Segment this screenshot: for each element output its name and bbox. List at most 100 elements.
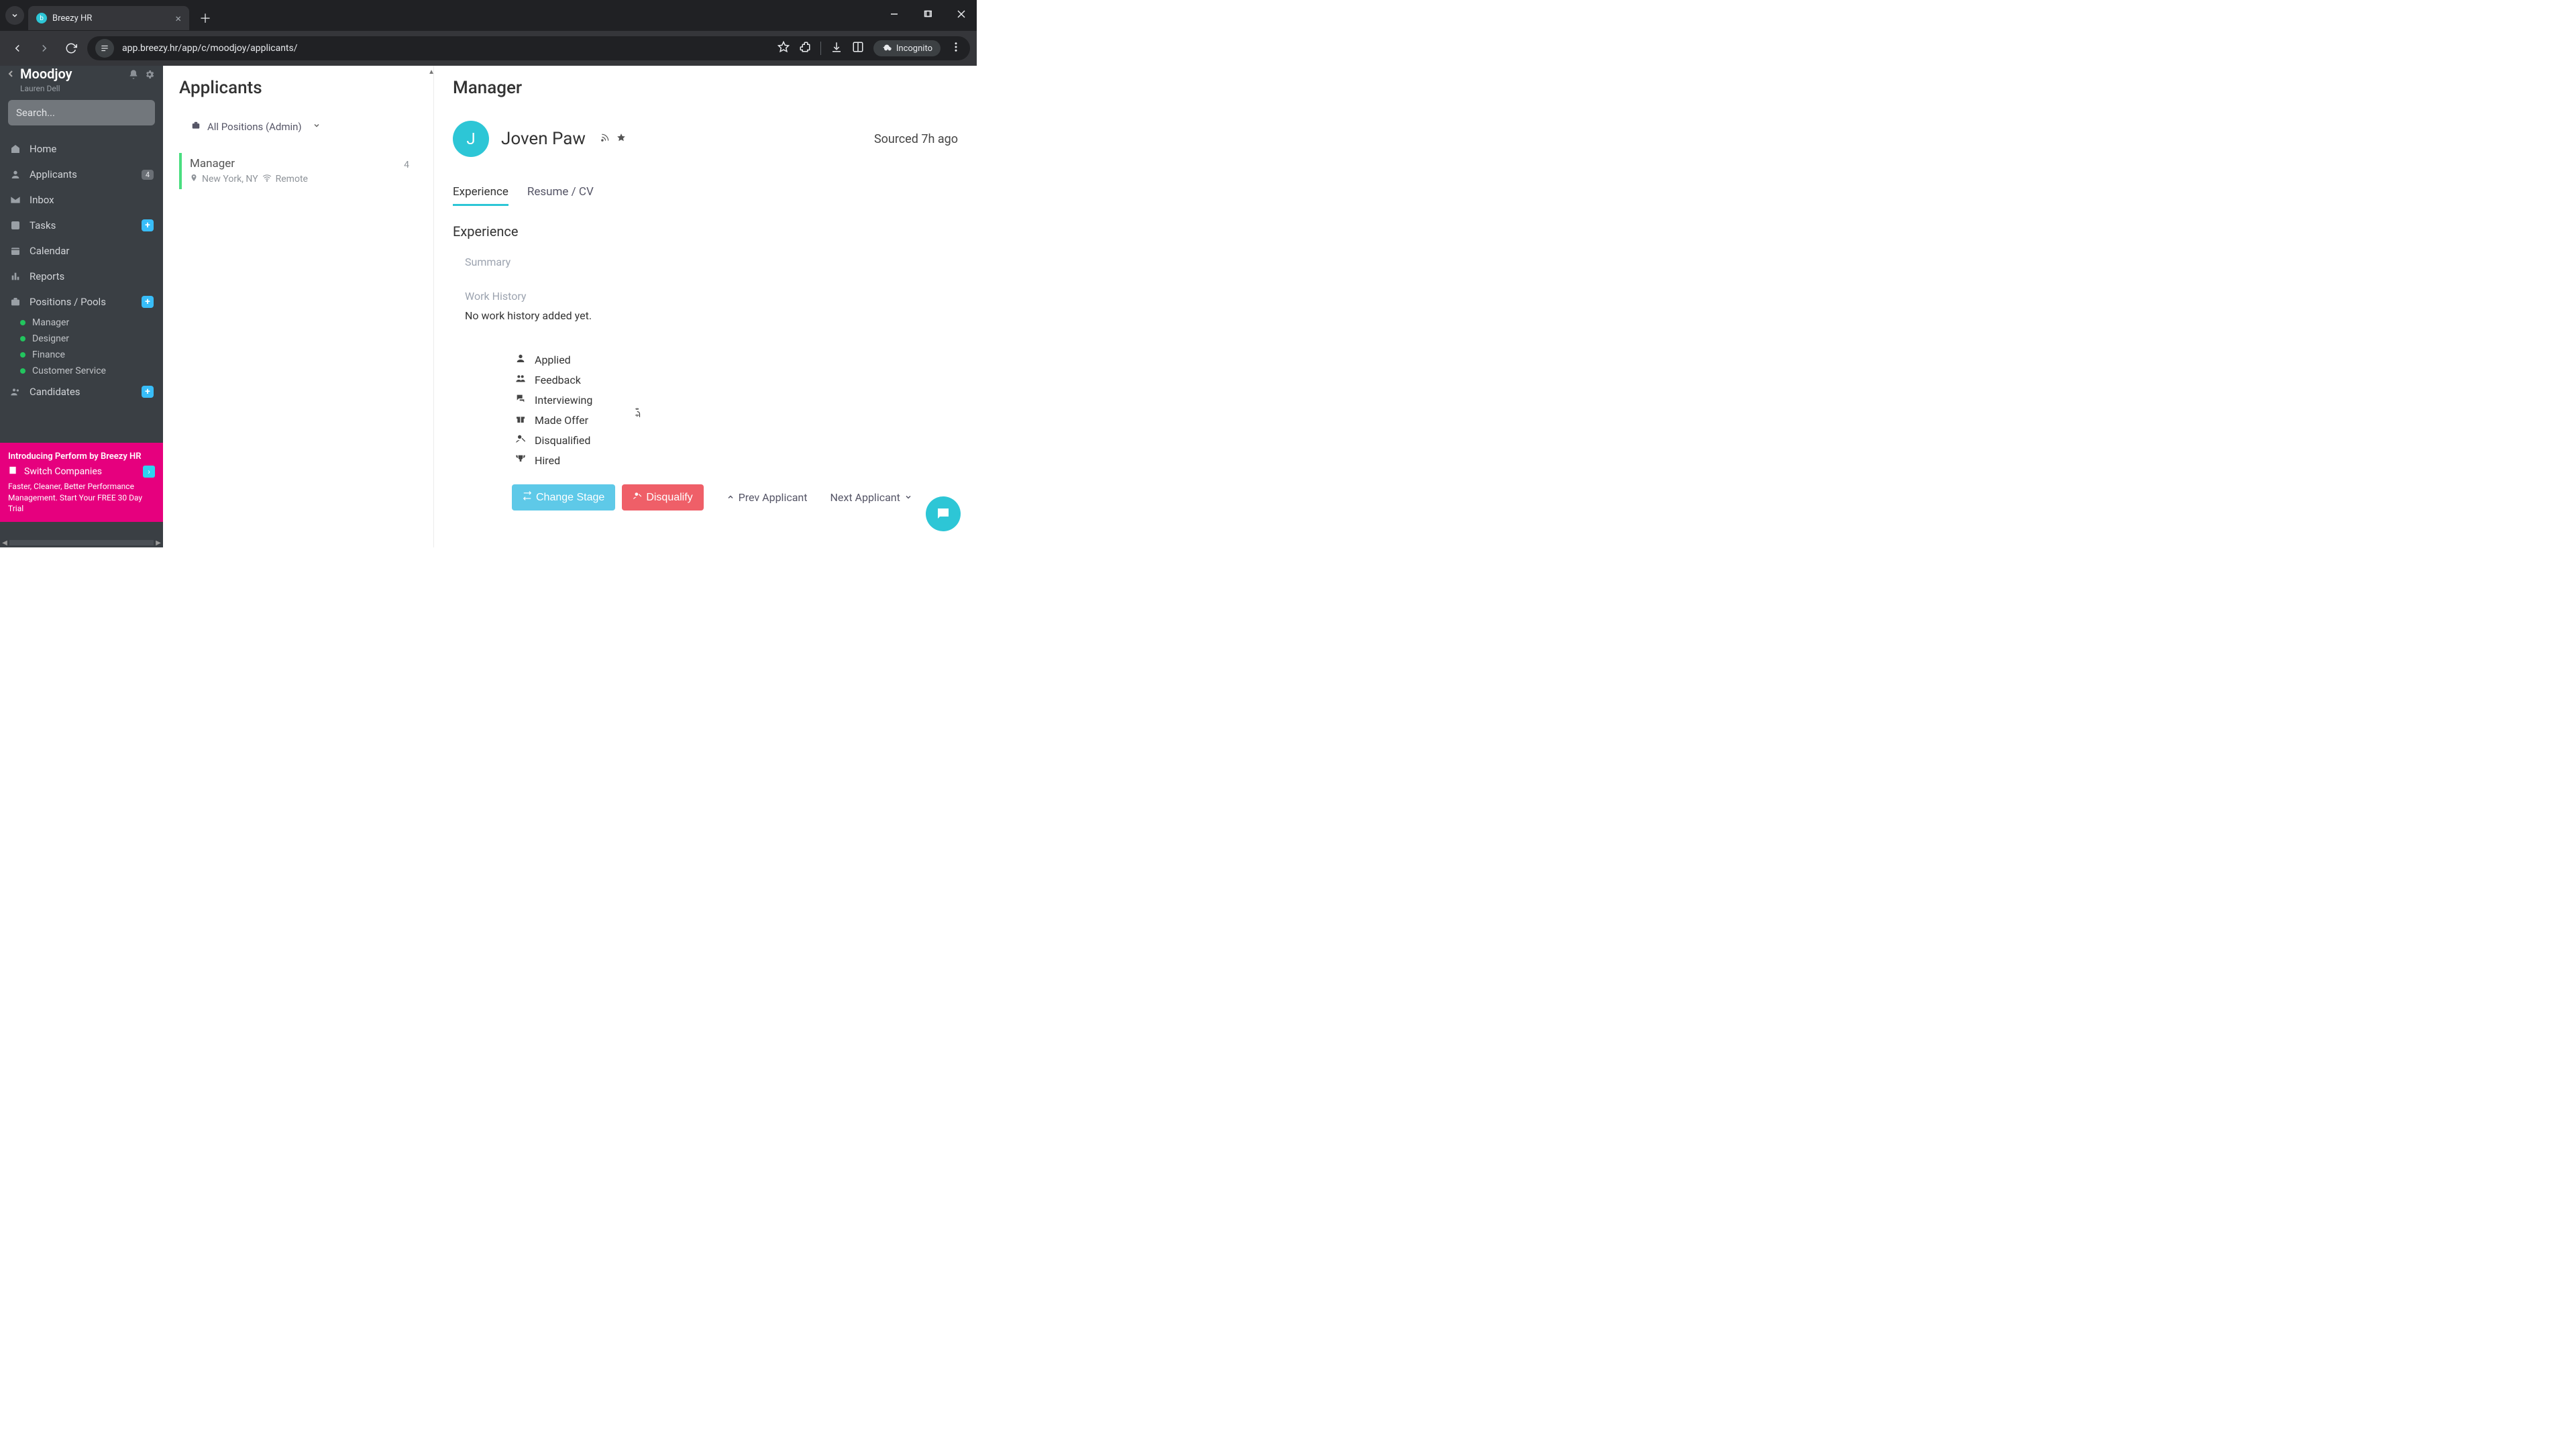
nav-label: Inbox [30,194,54,206]
bookmark-star-icon[interactable] [777,41,790,56]
detail-heading: Manager [453,78,958,98]
stage-feedback[interactable]: Feedback [515,373,958,386]
browser-menu-icon[interactable] [950,41,962,56]
scroll-right-icon[interactable]: ▶ [154,539,163,547]
add-task-button[interactable]: + [142,219,154,231]
position-manager[interactable]: Manager [20,315,163,331]
go-icon[interactable]: › [143,466,155,478]
scroll-left-icon[interactable]: ◀ [0,539,9,547]
position-applicant-count: 4 [404,160,409,170]
section-experience: Experience [453,223,958,239]
incognito-indicator[interactable]: Incognito [873,40,941,56]
nav-candidates[interactable]: Candidates + [0,379,163,405]
applicant-detail: Manager J Joven Paw Sourced 7h ago Exper… [434,66,977,547]
sub-label: Manager [32,317,69,328]
nav-reports[interactable]: Reports [0,264,163,289]
next-applicant[interactable]: Next Applicant [830,491,912,504]
position-designer[interactable]: Designer [20,331,163,347]
rss-icon[interactable] [600,133,610,145]
scroll-track[interactable] [9,540,154,545]
switch-companies[interactable]: Switch Companies › [8,466,155,479]
url-text: app.breezy.hr/app/c/moodjoy/applicants/ [122,43,298,54]
status-dot-icon [20,336,25,341]
toolbar-separator [820,42,821,55]
nav-label: Reports [30,270,64,282]
promo-banner[interactable]: Introducing Perform by Breezy HR Switch … [0,443,163,522]
back-chevron-icon[interactable] [5,68,16,83]
applicants-column: ▲ Applicants All Positions (Admin) Manag… [163,66,434,547]
tab-experience[interactable]: Experience [453,185,508,206]
nav-tasks[interactable]: Tasks + [0,213,163,238]
browser-back-button[interactable] [7,38,28,59]
position-finance[interactable]: Finance [20,347,163,363]
extensions-icon[interactable] [799,41,811,56]
chart-icon [9,271,21,282]
search-input[interactable]: Search... [8,100,155,125]
positions-filter[interactable]: All Positions (Admin) [191,121,417,133]
stage-made-offer[interactable]: Made Offer [515,413,958,427]
pin-icon [190,174,198,184]
stage-hired[interactable]: Hired [515,453,958,467]
chat-icon [515,393,527,407]
browser-reload-button[interactable] [60,38,82,59]
nav-label: Home [30,143,56,155]
downloads-icon[interactable] [830,41,843,56]
nav-positions[interactable]: Positions / Pools + [0,289,163,315]
window-minimize-icon[interactable] [883,4,906,24]
site-settings-icon[interactable] [95,39,114,58]
promo-title: Introducing Perform by Breezy HR [8,451,155,463]
address-bar[interactable]: app.breezy.hr/app/c/moodjoy/applicants/ [87,36,970,60]
nav-inbox[interactable]: Inbox [0,187,163,213]
checkbox-icon [9,220,21,231]
window-maximize-icon[interactable] [916,4,939,24]
search-placeholder: Search... [16,107,55,119]
position-card[interactable]: Manager New York, NY Remote 4 [179,153,417,189]
bell-icon[interactable] [128,69,139,83]
tab-resume[interactable]: Resume / CV [527,185,594,206]
avatar-initial: J [466,129,475,148]
stage-label: Applied [535,354,571,366]
nav-calendar[interactable]: Calendar [0,238,163,264]
stage-label: Feedback [535,374,581,386]
work-history-heading: Work History [465,290,958,303]
sidebar: Moodjoy Lauren Dell Search... Home [0,66,163,547]
browser-tab[interactable]: b Breezy HR × [28,6,189,30]
position-customer-service[interactable]: Customer Service [20,363,163,379]
status-dot-icon [20,352,25,358]
person-icon [9,169,21,180]
window-close-icon[interactable] [950,4,973,24]
star-icon[interactable] [616,133,626,145]
disqualify-button[interactable]: Disqualify [622,484,703,511]
button-label: Change Stage [536,492,604,504]
sourced-label: Sourced 7h ago [874,132,958,146]
nav-label: Next Applicant [830,491,900,504]
chat-fab[interactable] [926,496,961,531]
chevron-up-icon [727,491,735,504]
nav-label: Applicants [30,168,77,180]
incognito-label: Incognito [896,44,932,54]
reading-list-icon[interactable] [852,41,864,56]
applicant-name: Joven Paw [501,129,586,149]
briefcase-icon [191,121,201,133]
nav-home[interactable]: Home [0,136,163,162]
close-tab-icon[interactable]: × [175,12,181,25]
tab-search-dropdown[interactable] [5,6,24,25]
stage-applied[interactable]: Applied [515,353,958,366]
summary-heading: Summary [465,256,958,268]
people-icon [515,373,527,386]
stage-label: Interviewing [535,394,592,407]
people-icon [9,386,21,397]
browser-forward-button[interactable] [34,38,55,59]
horizontal-scrollbar[interactable]: ◀ ▶ [0,538,163,547]
nav-applicants[interactable]: Applicants 4 [0,162,163,187]
nav-label: Prev Applicant [739,491,808,504]
gear-icon[interactable] [144,69,155,83]
stage-disqualified[interactable]: Disqualified [515,433,958,447]
stage-interviewing[interactable]: Interviewing [515,393,958,407]
add-position-button[interactable]: + [142,296,154,308]
add-candidate-button[interactable]: + [142,386,154,398]
prev-applicant[interactable]: Prev Applicant [727,491,808,504]
new-tab-button[interactable]: ＋ [196,9,215,28]
stage-label: Disqualified [535,434,590,447]
change-stage-button[interactable]: Change Stage [512,484,615,511]
